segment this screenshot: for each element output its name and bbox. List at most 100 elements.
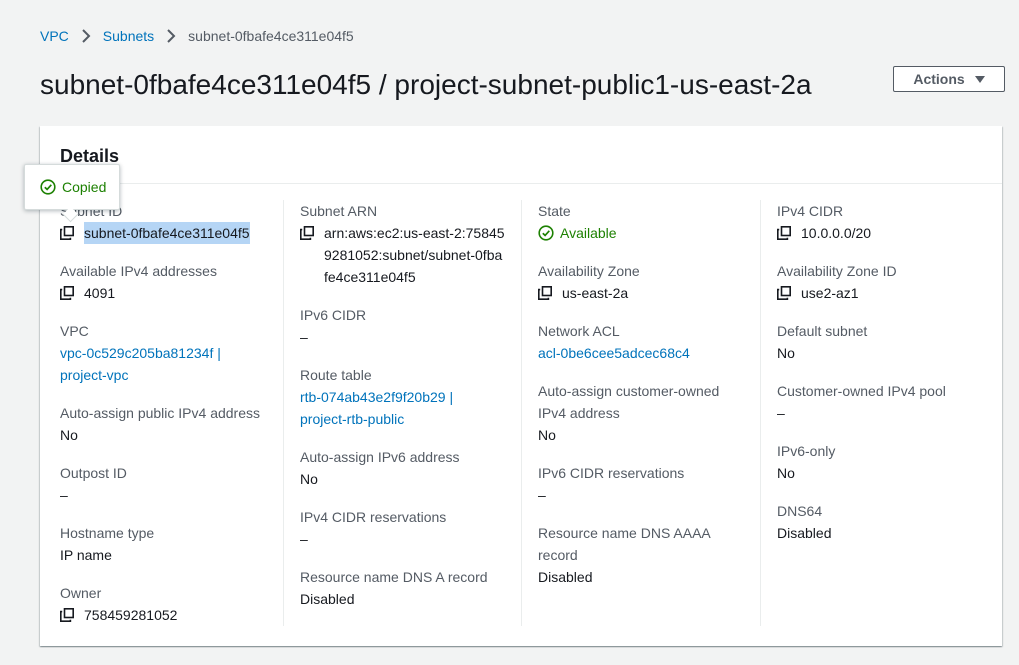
availability-zone-id-value: use2-az1 bbox=[801, 285, 859, 301]
field-ipv4-cidr-reservations: IPv4 CIDR reservations – bbox=[300, 506, 505, 550]
copy-icon[interactable] bbox=[777, 286, 791, 300]
ipv4-cidr-reservations-value: – bbox=[300, 531, 308, 547]
field-dns64: DNS64 Disabled bbox=[777, 500, 987, 544]
field-default-subnet: Default subnet No bbox=[777, 320, 987, 364]
breadcrumb-subnets-link[interactable]: Subnets bbox=[103, 28, 154, 44]
copy-icon[interactable] bbox=[60, 608, 74, 622]
field-label: Available IPv4 addresses bbox=[60, 263, 217, 279]
default-subnet-value: No bbox=[777, 345, 795, 361]
vpc-name-link[interactable]: project-vpc bbox=[60, 367, 128, 383]
page-title: subnet-0fbafe4ce311e04f5 / project-subne… bbox=[40, 69, 812, 100]
field-label: VPC bbox=[60, 323, 89, 339]
field-label: Network ACL bbox=[538, 323, 620, 339]
copy-icon[interactable] bbox=[60, 286, 74, 300]
route-table-name-link[interactable]: project-rtb-public bbox=[300, 411, 404, 427]
details-panel: Details Subnet ID subnet-0fbafe4ce311e04… bbox=[40, 126, 1002, 646]
subnet-id-value: subnet-0fbafe4ce311e04f5 bbox=[84, 222, 250, 244]
availability-zone-value: us-east-2a bbox=[562, 285, 629, 301]
field-label: IPv6-only bbox=[777, 443, 836, 459]
state-value: Available bbox=[560, 225, 617, 241]
field-label: Customer-owned IPv4 pool bbox=[777, 383, 946, 399]
breadcrumb: VPC Subnets subnet-0fbafe4ce311e04f5 bbox=[40, 26, 354, 46]
field-label: Subnet ARN bbox=[300, 203, 378, 219]
column-divider bbox=[283, 200, 284, 626]
field-label: Availability Zone bbox=[538, 263, 640, 279]
owner-value: 758459281052 bbox=[84, 607, 178, 623]
field-label: Default subnet bbox=[777, 323, 868, 339]
outpost-id-value: – bbox=[60, 487, 68, 503]
field-label: IPv4 CIDR bbox=[777, 203, 844, 219]
ipv4-cidr-value: 10.0.0.0/20 bbox=[801, 225, 872, 241]
available-ipv4-value: 4091 bbox=[84, 285, 116, 301]
field-label: Availability Zone ID bbox=[777, 263, 897, 279]
auto-assign-customer-owned-value: No bbox=[538, 427, 556, 443]
field-label: IPv6 CIDR bbox=[300, 307, 367, 323]
details-column-2: Subnet ARN arn:aws:ec2:us-east-2:7584592… bbox=[300, 200, 505, 626]
field-ipv6-only: IPv6-only No bbox=[777, 440, 987, 484]
resource-name-dns-a-value: Disabled bbox=[300, 591, 355, 607]
field-resource-name-dns-a: Resource name DNS A record Disabled bbox=[300, 566, 505, 610]
field-outpost-id: Outpost ID – bbox=[60, 462, 280, 506]
subnet-arn-value: arn:aws:ec2:us-east-2:758459281052:subne… bbox=[324, 225, 505, 285]
copy-icon[interactable] bbox=[60, 226, 74, 240]
actions-button[interactable]: Actions bbox=[893, 66, 1005, 92]
breadcrumb-current: subnet-0fbafe4ce311e04f5 bbox=[188, 28, 354, 44]
field-ipv6-cidr-reservations: IPv6 CIDR reservations – bbox=[538, 462, 748, 506]
copy-icon[interactable] bbox=[777, 226, 791, 240]
details-panel-header: Details bbox=[40, 126, 1002, 184]
hostname-type-value: IP name bbox=[60, 547, 112, 563]
check-circle-icon bbox=[538, 225, 554, 241]
dns64-value: Disabled bbox=[777, 525, 832, 541]
details-column-1: Subnet ID subnet-0fbafe4ce311e04f5 Avail… bbox=[60, 200, 280, 642]
auto-assign-ipv6-value: No bbox=[300, 471, 318, 487]
network-acl-link[interactable]: acl-0be6cee5adcec68c4 bbox=[538, 342, 690, 364]
field-ipv4-cidr: IPv4 CIDR 10.0.0.0/20 bbox=[777, 200, 987, 244]
column-divider bbox=[521, 200, 522, 626]
field-label: DNS64 bbox=[777, 503, 823, 519]
field-label: IPv4 CIDR reservations bbox=[300, 509, 447, 525]
field-auto-assign-ipv6: Auto-assign IPv6 address No bbox=[300, 446, 505, 490]
field-hostname-type: Hostname type IP name bbox=[60, 522, 280, 566]
field-label: Resource name DNS A record bbox=[300, 569, 488, 585]
field-label: Auto-assign public IPv4 address bbox=[60, 405, 260, 421]
customer-owned-ipv4-pool-value: – bbox=[777, 405, 785, 421]
field-label: Resource name DNS AAAA record bbox=[538, 525, 710, 563]
ipv6-only-value: No bbox=[777, 465, 795, 481]
field-resource-name-dns-aaaa: Resource name DNS AAAA record Disabled bbox=[538, 522, 748, 588]
field-owner: Owner 758459281052 bbox=[60, 582, 280, 626]
field-vpc: VPC vpc-0c529c205ba81234f | project-vpc bbox=[60, 320, 280, 386]
details-column-4: IPv4 CIDR 10.0.0.0/20 Availability Zone … bbox=[777, 200, 987, 560]
copy-icon[interactable] bbox=[300, 226, 314, 240]
field-label: Outpost ID bbox=[60, 465, 127, 481]
field-auto-assign-customer-owned: Auto-assign customer-owned IPv4 address … bbox=[538, 380, 748, 446]
field-label: Auto-assign customer-owned IPv4 address bbox=[538, 383, 720, 421]
copied-tooltip: Copied bbox=[24, 164, 120, 223]
auto-assign-public-ipv4-value: No bbox=[60, 427, 78, 443]
field-ipv6-cidr: IPv6 CIDR – bbox=[300, 304, 505, 348]
route-table-link[interactable]: rtb-074ab43e2f9f20b29 | bbox=[300, 389, 453, 405]
breadcrumb-vpc-link[interactable]: VPC bbox=[40, 28, 69, 44]
copy-icon[interactable] bbox=[538, 286, 552, 300]
field-label: Owner bbox=[60, 585, 102, 601]
tooltip-text: Copied bbox=[62, 179, 107, 195]
chevron-right-icon bbox=[81, 29, 91, 43]
field-label: IPv6 CIDR reservations bbox=[538, 465, 685, 481]
field-available-ipv4: Available IPv4 addresses 4091 bbox=[60, 260, 280, 304]
field-route-table: Route table rtb-074ab43e2f9f20b29 | proj… bbox=[300, 364, 505, 430]
ipv6-cidr-reservations-value: – bbox=[538, 487, 546, 503]
check-circle-icon bbox=[40, 179, 56, 195]
field-label: State bbox=[538, 203, 571, 219]
field-auto-assign-public-ipv4: Auto-assign public IPv4 address No bbox=[60, 402, 280, 446]
field-availability-zone-id: Availability Zone ID use2-az1 bbox=[777, 260, 987, 304]
vpc-link[interactable]: vpc-0c529c205ba81234f | bbox=[60, 345, 221, 361]
field-subnet-arn: Subnet ARN arn:aws:ec2:us-east-2:7584592… bbox=[300, 200, 505, 288]
field-availability-zone: Availability Zone us-east-2a bbox=[538, 260, 748, 304]
caret-down-icon bbox=[974, 75, 985, 83]
ipv6-cidr-value: – bbox=[300, 329, 308, 345]
chevron-right-icon bbox=[166, 29, 176, 43]
field-customer-owned-ipv4-pool: Customer-owned IPv4 pool – bbox=[777, 380, 987, 424]
details-column-3: State Available Availability Zone us-eas… bbox=[538, 200, 748, 604]
field-label: Hostname type bbox=[60, 525, 155, 541]
field-network-acl: Network ACL acl-0be6cee5adcec68c4 bbox=[538, 320, 748, 364]
field-label: Route table bbox=[300, 367, 372, 383]
